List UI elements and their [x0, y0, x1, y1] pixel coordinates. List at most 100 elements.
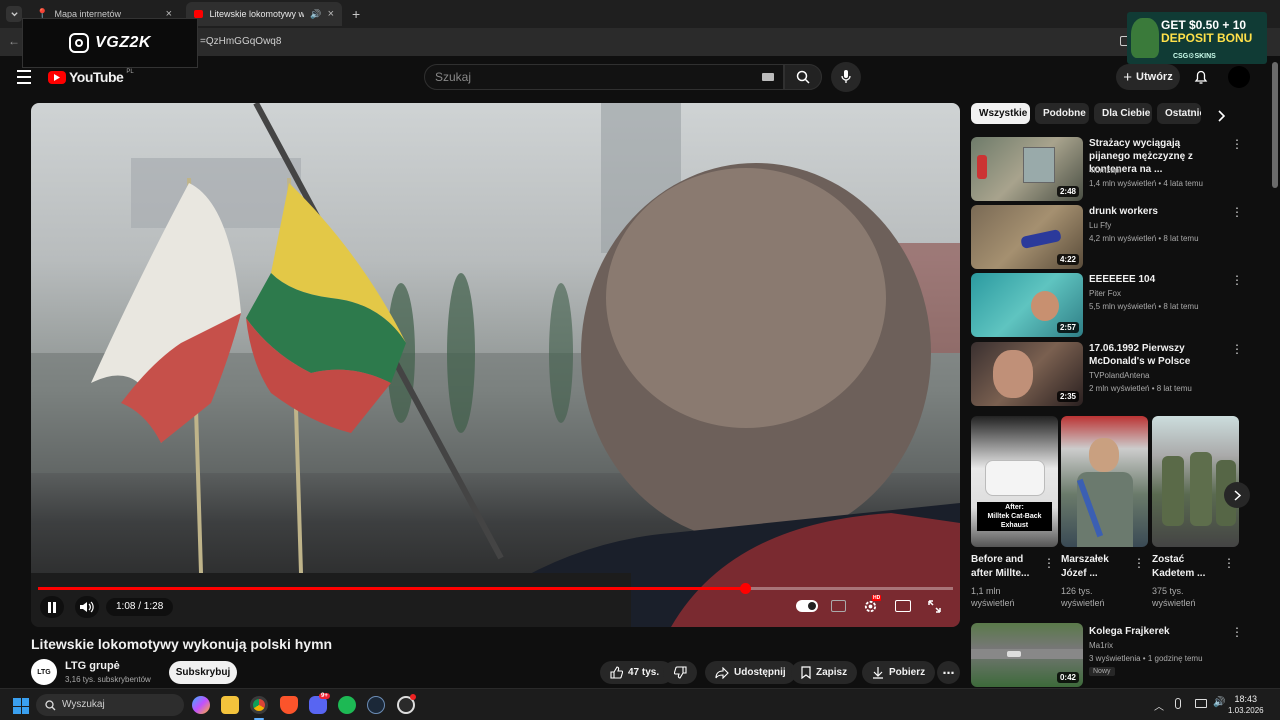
search-icon	[796, 70, 810, 84]
brave-icon[interactable]	[280, 696, 298, 714]
voice-search-button[interactable]	[831, 62, 861, 92]
video-title[interactable]: drunk workers	[1089, 205, 1221, 218]
short-more-options-icon[interactable]: ⋮	[1043, 557, 1055, 569]
download-icon	[873, 667, 883, 679]
user-avatar[interactable]	[1228, 66, 1250, 88]
steam-icon[interactable]	[367, 696, 385, 714]
url-text[interactable]: =QzHmGGqOwq8	[200, 36, 281, 47]
display-tray-icon[interactable]	[1195, 699, 1207, 708]
plus-icon: +	[1123, 68, 1133, 86]
recommended-video[interactable]: 0:42 Kolega Frajkerek Ma1rix 3 wyświetle…	[971, 623, 1261, 687]
channel-name[interactable]: 4lomzapl	[1089, 166, 1121, 175]
file-explorer-icon[interactable]	[221, 696, 239, 714]
youtube-wordmark: YouTube	[69, 69, 124, 85]
recommended-video[interactable]: 2:35 17.06.1992 Pierwszy McDonald's w Po…	[971, 342, 1261, 406]
spotify-icon[interactable]	[338, 696, 356, 714]
chip-similar[interactable]: Podobne	[1035, 103, 1089, 124]
channel-name[interactable]: Ma1rix	[1089, 641, 1113, 650]
short-thumbnail[interactable]	[1061, 416, 1148, 547]
short-thumbnail[interactable]	[1152, 416, 1239, 547]
autoplay-toggle[interactable]	[796, 600, 818, 612]
new-tab-button[interactable]: +	[344, 2, 368, 26]
create-button[interactable]: + Utwórz	[1116, 64, 1180, 90]
share-label: Udostępnij	[734, 667, 786, 678]
notifications-bell-icon[interactable]	[1192, 68, 1210, 86]
fullscreen-icon[interactable]	[927, 599, 941, 613]
duration-badge: 0:42	[1056, 672, 1079, 683]
more-options-icon[interactable]: ⋮	[1231, 343, 1243, 355]
miniplayer-icon[interactable]	[895, 600, 911, 612]
channel-name[interactable]: Lu Ffy	[1089, 221, 1111, 230]
search-input[interactable]: Szukaj	[424, 64, 784, 90]
short-title[interactable]: Before and after Millte...	[971, 553, 1041, 581]
youtube-logo[interactable]: YouTube PL	[48, 69, 134, 85]
speaker-icon[interactable]: 🔊	[310, 9, 321, 20]
video-thumbnail[interactable]: 2:57	[971, 273, 1083, 337]
more-options-icon[interactable]: ⋮	[1231, 138, 1243, 150]
recommended-video[interactable]: 2:48 Strażacy wyciągają pijanego mężczyz…	[971, 137, 1261, 201]
pause-button[interactable]	[40, 596, 64, 618]
download-button[interactable]: Pobierz	[862, 661, 936, 684]
channel-avatar[interactable]: LTG	[31, 659, 57, 685]
more-options-icon[interactable]: ⋮	[1231, 274, 1243, 286]
close-tab-icon[interactable]: ×	[328, 8, 334, 20]
video-title[interactable]: 17.06.1992 Pierwszy McDonald's w Polsce	[1089, 342, 1221, 368]
progress-bar[interactable]	[38, 583, 953, 594]
short-thumbnail[interactable]: After: Milltek Cat-Back Exhaust	[971, 416, 1058, 547]
speaker-tray-icon[interactable]: 🔊	[1213, 697, 1225, 708]
taskbar-search-input[interactable]: Wyszukaj	[36, 694, 184, 716]
more-options-icon[interactable]: ⋮	[1231, 206, 1243, 218]
new-badge: Nowy	[1089, 667, 1115, 676]
youtube-favicon-icon	[194, 10, 204, 18]
video-title[interactable]: EEEEEEE 104	[1089, 273, 1221, 286]
short-more-options-icon[interactable]: ⋮	[1223, 557, 1235, 569]
keyboard-icon[interactable]	[762, 73, 774, 81]
subscribe-button[interactable]: Subskrybuj	[169, 661, 237, 684]
video-thumbnail[interactable]: 0:42	[971, 623, 1083, 687]
settings-gear-icon[interactable]: HD	[862, 595, 882, 614]
page-scrollbar[interactable]	[1272, 62, 1278, 188]
hamburger-menu-icon[interactable]	[16, 70, 32, 84]
video-thumbnail[interactable]: 2:35	[971, 342, 1083, 406]
shorts-next-chevron-icon[interactable]	[1224, 482, 1250, 508]
dislike-button[interactable]	[663, 661, 697, 684]
microphone-tray-icon[interactable]	[1175, 698, 1181, 709]
tab-list-chevron-icon[interactable]	[6, 6, 22, 22]
volume-button[interactable]	[75, 596, 99, 618]
clock-time: 18:43	[1234, 694, 1258, 704]
channel-name[interactable]: Piter Fox	[1089, 289, 1121, 298]
search-button[interactable]	[784, 64, 822, 90]
short-more-options-icon[interactable]: ⋮	[1133, 557, 1145, 569]
tray-chevron-icon[interactable]: ︿	[1154, 698, 1164, 713]
chip-recent[interactable]: Ostatnio	[1157, 103, 1201, 124]
save-button[interactable]: Zapisz	[791, 661, 858, 684]
video-thumbnail[interactable]: 4:22	[971, 205, 1083, 269]
short-title[interactable]: Marszałek Józef ...	[1061, 553, 1131, 581]
chip-for-you[interactable]: Dla Ciebie	[1094, 103, 1152, 124]
video-thumbnail[interactable]: 2:48	[971, 137, 1083, 201]
more-options-icon[interactable]: ⋮	[1231, 626, 1243, 638]
subtitles-icon[interactable]	[831, 600, 846, 612]
tab-youtube-video[interactable]: Litewskie lokomotywy wyko 🔊 ×	[186, 2, 342, 26]
share-button[interactable]: Udostępnij	[705, 661, 796, 684]
short-title[interactable]: Zostać Kadetem ...	[1152, 553, 1222, 581]
copilot-icon[interactable]	[192, 696, 210, 714]
windows-start-icon[interactable]	[13, 698, 29, 714]
share-arrow-icon	[715, 666, 729, 679]
video-player[interactable]	[31, 103, 960, 627]
channel-name[interactable]: TVPolandAntena	[1089, 371, 1150, 380]
channel-name[interactable]: LTG grupė	[65, 660, 120, 672]
back-arrow-icon[interactable]: ←	[8, 34, 20, 48]
chip-all[interactable]: Wszystkie	[971, 103, 1030, 124]
video-frame	[31, 103, 960, 627]
time-display: 1:08 / 1:28	[106, 598, 174, 616]
video-title[interactable]: Kolega Frajkerek	[1089, 625, 1221, 638]
microphone-icon	[841, 70, 851, 83]
chrome-icon[interactable]	[250, 696, 268, 714]
chips-next-chevron-icon[interactable]	[1213, 108, 1229, 124]
save-label: Zapisz	[816, 667, 848, 678]
recommended-video[interactable]: 2:57 EEEEEEE 104 Piter Fox 5,5 mln wyświ…	[971, 273, 1261, 337]
recommended-video[interactable]: 4:22 drunk workers Lu Ffy 4,2 mln wyświe…	[971, 205, 1261, 269]
more-actions-button[interactable]: ⋯	[937, 661, 960, 684]
system-clock[interactable]: 18:43 1.03.2026	[1228, 694, 1264, 716]
